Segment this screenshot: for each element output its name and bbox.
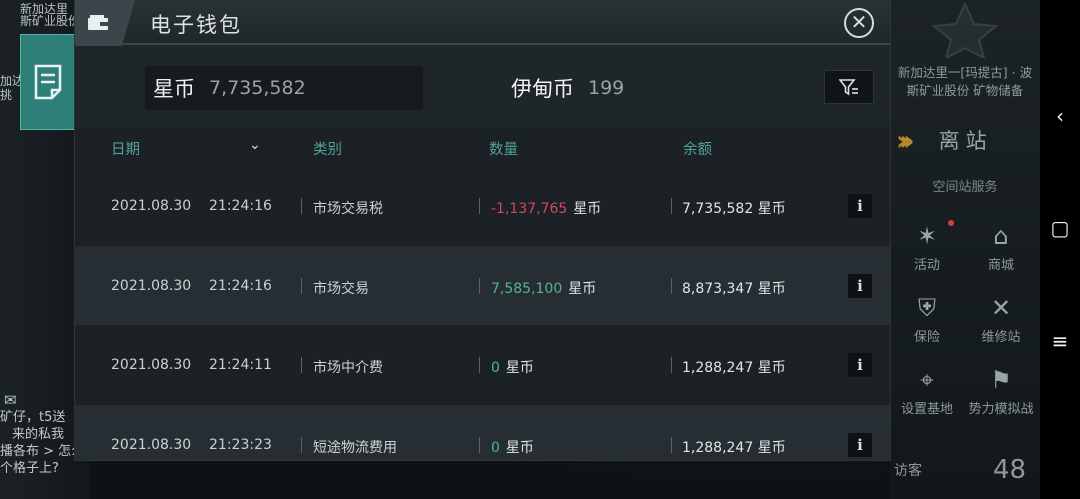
row-category: 市场中介费 <box>313 360 383 376</box>
column-divider <box>301 436 302 453</box>
services-title: 空间站服务 <box>932 180 998 195</box>
close-button[interactable]: ✕ <box>844 8 874 38</box>
row-amount: 7,585,100 星币 <box>491 280 597 297</box>
eden-coin-label: 伊甸币 <box>511 77 574 101</box>
row-time: 21:24:16 <box>209 277 272 294</box>
transaction-list: 2021.08.30 21:24:16 市场交易税 -1,137,765 星币 7… <box>75 166 890 460</box>
column-divider <box>479 357 480 373</box>
wallet-dialog: 电子钱包 ✕ 星币 7,735,582 伊甸币 199 日期 ⌄ 类别 数量 余… <box>75 0 890 460</box>
row-category: 市场交易税 <box>313 201 383 217</box>
table-row: 2021.08.30 21:24:16 市场交易税 -1,137,765 星币 7… <box>75 166 890 246</box>
info-button[interactable]: i <box>848 353 872 377</box>
notification-dot <box>948 220 954 226</box>
info-button[interactable]: i <box>848 194 872 218</box>
row-date: 2021.08.30 <box>111 436 192 453</box>
eden-coin-balance: 伊甸币 199 <box>503 66 823 110</box>
table-row: 2021.08.30 21:24:16 市场交易 7,585,100 星币 8,8… <box>75 245 890 325</box>
undock-button[interactable]: ››› 离站 <box>896 120 1036 160</box>
wallet-header: 电子钱包 ✕ <box>75 0 890 46</box>
station-panel: 新加达里一[玛提古] · 波 斯矿业股份 矿物储备 ››› 离站 空间站服务 ✶… <box>890 0 1040 499</box>
column-balance[interactable]: 余额 <box>683 138 712 159</box>
bg-text: 挑 <box>0 88 13 102</box>
row-balance: 7,735,582 星币 <box>682 201 786 217</box>
page-title: 电子钱包 <box>150 13 242 37</box>
repair-icon: ✕ <box>990 294 1012 322</box>
table-header: 日期 ⌄ 类别 数量 余额 <box>75 128 890 166</box>
row-amount: 0 星币 <box>491 360 534 376</box>
row-date: 2021.08.30 <box>111 198 192 214</box>
info-button[interactable]: i <box>848 432 872 457</box>
table-row: 2021.08.30 21:24:11 市场中介费 0 星币 1,288,247 … <box>75 325 890 405</box>
row-category: 市场交易 <box>313 280 369 297</box>
visitor-label: 访客 <box>894 463 922 479</box>
service-activity[interactable]: ✶ 活动 <box>892 222 962 273</box>
service-shop[interactable]: ⌂ 商城 <box>966 222 1036 273</box>
service-repair[interactable]: ✕ 维修站 <box>966 294 1036 345</box>
row-time: 21:24:11 <box>209 357 272 373</box>
back-icon[interactable]: ‹ <box>1040 104 1080 128</box>
recents-icon[interactable]: ≡ <box>1040 329 1080 353</box>
wallet-icon-tab <box>75 0 135 46</box>
insurance-icon: ⛨ <box>918 294 936 322</box>
header-divider <box>75 43 890 45</box>
column-divider <box>301 357 302 373</box>
chat-line: 个格子上? <box>0 461 59 476</box>
column-divider <box>301 277 302 294</box>
column-divider <box>671 277 672 294</box>
corporation-emblem-icon <box>931 1 999 58</box>
info-button[interactable]: i <box>848 273 872 298</box>
column-date[interactable]: 日期 <box>111 138 140 159</box>
chevrons-icon: ››› <box>896 123 914 157</box>
party-popper-icon: ✶ <box>916 222 938 250</box>
column-amount[interactable]: 数量 <box>489 138 518 159</box>
notes-button[interactable] <box>20 34 76 130</box>
document-icon <box>34 64 62 100</box>
row-amount: 0 星币 <box>491 439 534 456</box>
bg-text: 斯矿业股份 <box>20 14 81 28</box>
service-faction-battle[interactable]: ⚑ 势力模拟战 <box>966 366 1036 417</box>
star-coin-label: 星币 <box>153 77 195 101</box>
column-divider <box>479 198 480 214</box>
column-category[interactable]: 类别 <box>313 138 342 159</box>
system-nav-bar: ‹ ▢ ≡ <box>1040 0 1080 499</box>
column-divider <box>479 277 480 294</box>
base-icon: ⌖ <box>920 366 934 394</box>
eden-coin-value: 199 <box>588 77 625 99</box>
filter-button[interactable] <box>824 70 874 104</box>
service-base[interactable]: ⌖ 设置基地 <box>892 366 962 417</box>
row-date: 2021.08.30 <box>111 357 192 373</box>
table-row: 2021.08.30 21:23:23 短途物流费用 0 星币 1,288,247… <box>75 404 890 460</box>
row-balance: 1,288,247 星币 <box>682 439 786 456</box>
row-date: 2021.08.30 <box>111 277 192 294</box>
faction-battle-icon: ⚑ <box>990 366 1012 394</box>
shop-icon: ⌂ <box>993 222 1009 250</box>
column-divider <box>479 436 480 453</box>
wallet-icon <box>88 15 108 30</box>
star-coin-value: 7,735,582 <box>209 77 306 99</box>
row-balance: 1,288,247 星币 <box>682 360 786 376</box>
undock-label: 离站 <box>938 129 993 153</box>
filter-icon <box>839 79 858 96</box>
row-time: 21:24:16 <box>209 198 272 214</box>
station-name: 新加达里一[玛提古] · 波 斯矿业股份 矿物储备 <box>897 65 1033 98</box>
row-amount: -1,137,765 星币 <box>491 201 602 217</box>
column-divider <box>671 357 672 373</box>
row-category: 短途物流费用 <box>313 439 397 456</box>
visitor-count: 48 <box>993 455 1027 485</box>
column-divider <box>671 436 672 453</box>
balance-bar: 星币 7,735,582 伊甸币 199 <box>75 46 890 128</box>
column-divider <box>301 198 302 214</box>
sort-chevron-down-icon[interactable]: ⌄ <box>249 137 261 153</box>
close-icon: ✕ <box>850 10 868 34</box>
row-time: 21:23:23 <box>209 436 272 453</box>
column-divider <box>671 198 672 214</box>
row-balance: 8,873,347 星币 <box>682 280 786 297</box>
home-icon[interactable]: ▢ <box>1040 216 1080 240</box>
star-coin-balance: 星币 7,735,582 <box>145 66 423 110</box>
service-insurance[interactable]: ⛨ 保险 <box>892 294 962 345</box>
